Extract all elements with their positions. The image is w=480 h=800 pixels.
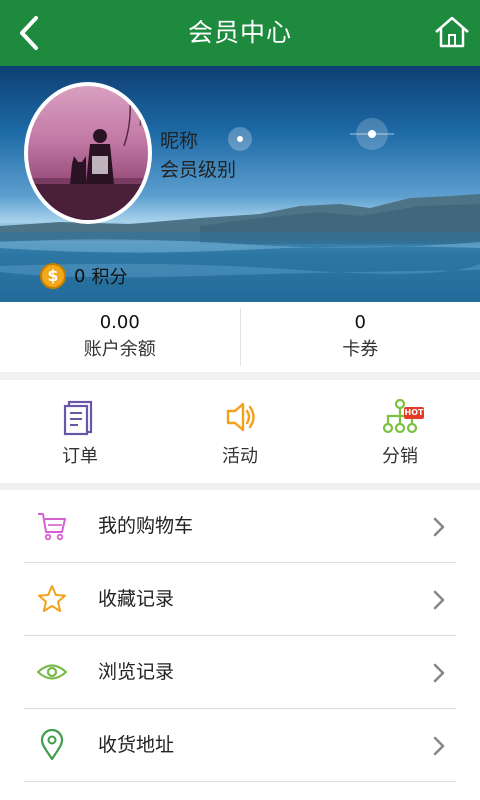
quick-action-label: 订单 xyxy=(62,446,98,467)
balance-label: 账户余额 xyxy=(83,339,156,360)
balance-value: 0.00 xyxy=(99,312,140,333)
chevron-right-icon xyxy=(433,517,445,537)
location-pin-icon xyxy=(40,729,64,761)
eye-icon xyxy=(36,664,68,680)
menu-item-cart[interactable]: 我的购物车 xyxy=(24,490,456,563)
quick-action-activities[interactable]: 活动 xyxy=(160,380,320,483)
home-icon[interactable] xyxy=(432,12,472,52)
page-title: 会员中心 xyxy=(187,18,292,47)
menu-item-shipping-address[interactable]: 收货地址 xyxy=(24,709,456,782)
menu-item-label: 收藏记录 xyxy=(98,588,175,610)
top-bar: 会员中心 xyxy=(0,0,480,66)
star-icon xyxy=(38,585,66,612)
menu-item-browsing-history[interactable]: 浏览记录 xyxy=(24,636,456,709)
quick-action-orders[interactable]: 订单 xyxy=(0,380,160,483)
points-display[interactable]: $ 0 积分 xyxy=(40,262,127,290)
coupon-label: 卡券 xyxy=(342,339,379,360)
menu-item-label: 我的购物车 xyxy=(98,515,194,537)
coin-icon: $ xyxy=(40,263,66,289)
chevron-right-icon xyxy=(433,736,445,756)
chevron-right-icon xyxy=(433,663,445,683)
hot-badge: HOT xyxy=(404,407,424,419)
avatar-image xyxy=(28,86,148,220)
nickname-text: 昵称 xyxy=(160,130,199,152)
menu-item-favorites[interactable]: 收藏记录 xyxy=(24,563,456,636)
coupon-stat[interactable]: 0 卡券 xyxy=(241,302,480,372)
chevron-right-icon xyxy=(433,590,445,610)
order-icon xyxy=(63,400,93,436)
quick-actions: 订单 活动 分销 xyxy=(0,380,480,483)
coupon-value: 0 xyxy=(354,312,366,333)
quick-action-label: 活动 xyxy=(222,446,258,467)
speaker-icon xyxy=(226,402,255,432)
account-stats: 0.00 账户余额 0 卡券 xyxy=(0,302,480,372)
points-value: 0 xyxy=(74,265,86,287)
cart-icon xyxy=(38,513,66,541)
menu-item-label: 收货地址 xyxy=(98,734,175,756)
member-level-text: 会员级别 xyxy=(160,159,237,181)
menu-item-label: 浏览记录 xyxy=(98,661,175,683)
quick-action-label: 分销 xyxy=(382,446,418,467)
menu-list: 我的购物车 收藏记录 浏览记录 收货地址 xyxy=(0,490,480,800)
points-label: 积分 xyxy=(91,267,128,288)
quick-action-distribution[interactable]: 分销 xyxy=(320,380,480,483)
avatar[interactable] xyxy=(24,82,152,224)
balance-stat[interactable]: 0.00 账户余额 xyxy=(0,302,240,372)
